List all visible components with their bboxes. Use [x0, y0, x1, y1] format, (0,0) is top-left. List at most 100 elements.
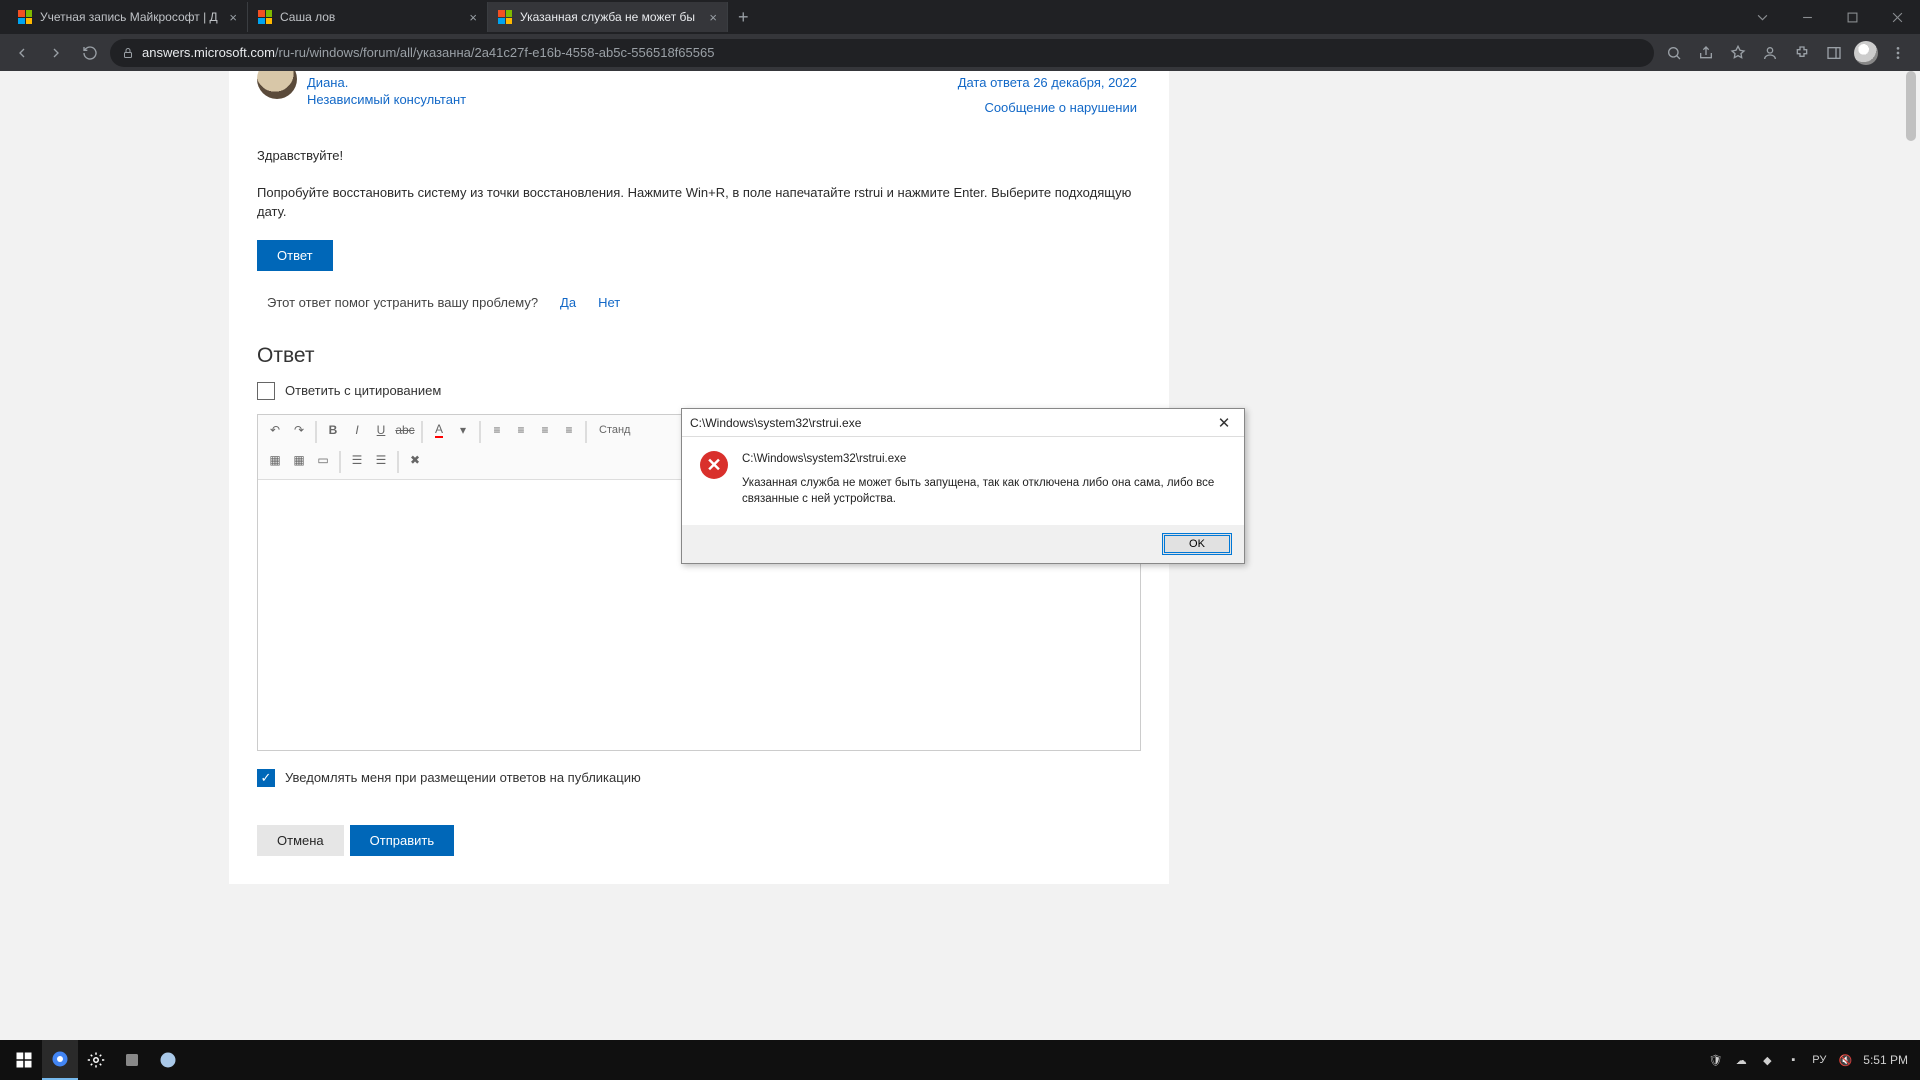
dialog-close-icon[interactable]: ✕ [1212, 414, 1236, 432]
notify-checkbox-row[interactable]: ✓ Уведомлять меня при размещении ответов… [257, 769, 1141, 787]
lock-icon [122, 47, 134, 59]
report-abuse-link[interactable]: Сообщение о нарушении [958, 100, 1137, 115]
quote-label: Ответить с цитированием [285, 383, 441, 398]
caret-down-icon[interactable] [1740, 0, 1785, 34]
notify-label: Уведомлять меня при размещении ответов н… [285, 770, 641, 785]
dialog-ok-button[interactable]: OK [1162, 533, 1232, 555]
tray-nvidia-icon[interactable]: ◆ [1759, 1052, 1775, 1068]
align-right-icon[interactable]: ≡ [534, 419, 556, 441]
scrollbar-thumb[interactable] [1906, 71, 1916, 141]
author-name-link[interactable]: Диана. [307, 75, 466, 90]
quote-checkbox[interactable] [257, 382, 275, 400]
answer-body: Здравствуйте! Попробуйте восстановить си… [257, 147, 1141, 222]
dialog-title: C:\Windows\system32\rstrui.exe [690, 416, 1212, 430]
color-dropdown-icon[interactable]: ▾ [452, 419, 474, 441]
error-icon: ✕ [700, 451, 728, 479]
reply-button[interactable]: Ответ [257, 240, 333, 271]
align-center-icon[interactable]: ≡ [510, 419, 532, 441]
system-tray: 🛡 ☁ ◆ ▪ РУ 🔇 5:51 PM [1707, 1052, 1914, 1068]
tray-volume-icon[interactable]: 🔇 [1837, 1052, 1853, 1068]
favicon-ms-icon [498, 10, 512, 24]
new-tab-button[interactable]: + [728, 7, 759, 28]
dialog-titlebar[interactable]: C:\Windows\system32\rstrui.exe ✕ [682, 409, 1244, 437]
tray-lang-icon[interactable]: РУ [1811, 1052, 1827, 1068]
helpful-prompt: Этот ответ помог устранить вашу проблему… [257, 295, 1141, 310]
dialog-path: C:\Windows\system32\rstrui.exe [742, 451, 1226, 467]
windows-taskbar: 🛡 ☁ ◆ ▪ РУ 🔇 5:51 PM [0, 1040, 1920, 1080]
reply-heading: Ответ [257, 344, 1141, 368]
start-button[interactable] [6, 1040, 42, 1080]
taskbar-clock[interactable]: 5:51 PM [1863, 1053, 1908, 1067]
code-icon[interactable]: ▭ [312, 449, 334, 471]
taskbar-chrome-icon[interactable] [42, 1040, 78, 1080]
helpful-yes-link[interactable]: Да [560, 295, 576, 310]
taskbar-steam-icon[interactable] [150, 1040, 186, 1080]
image-icon[interactable]: ▦ [264, 449, 286, 471]
align-left-icon[interactable]: ≡ [486, 419, 508, 441]
list-ul-icon[interactable]: ☰ [346, 449, 368, 471]
favicon-ms-icon [258, 10, 272, 24]
windows-error-dialog: C:\Windows\system32\rstrui.exe ✕ ✕ C:\Wi… [681, 408, 1245, 564]
tab-close-icon[interactable]: × [229, 10, 237, 25]
browser-toolbar: answers.microsoft.com/ru-ru/windows/foru… [0, 34, 1920, 71]
tab-close-icon[interactable]: × [709, 10, 717, 25]
strike-icon[interactable]: abc [394, 419, 416, 441]
tab-title: Указанная служба не может бы [520, 10, 703, 24]
dialog-message: Указанная служба не может быть запущена,… [742, 475, 1226, 507]
bookmark-star-icon[interactable] [1724, 39, 1752, 67]
taskbar-app-icon[interactable] [114, 1040, 150, 1080]
vertical-scrollbar[interactable] [1906, 71, 1916, 1040]
side-panel-icon[interactable] [1820, 39, 1848, 67]
tray-shield-icon[interactable]: 🛡 [1707, 1052, 1723, 1068]
submit-button[interactable]: Отправить [350, 825, 454, 856]
list-ol-icon[interactable]: ☰ [370, 449, 392, 471]
browser-tab-2[interactable]: Указанная служба не может бы × [488, 2, 728, 32]
bold-icon[interactable]: B [322, 419, 344, 441]
underline-icon[interactable]: U [370, 419, 392, 441]
share-icon[interactable] [1692, 39, 1720, 67]
tab-title: Учетная запись Майкрософт | Д [40, 10, 223, 24]
table-icon[interactable]: ▦ [288, 449, 310, 471]
author-role-link[interactable]: Независимый консультант [307, 92, 466, 107]
taskbar-settings-icon[interactable] [78, 1040, 114, 1080]
answer-text: Попробуйте восстановить систему из точки… [257, 184, 1141, 222]
browser-tab-1[interactable]: Саша лов × [248, 2, 488, 32]
quote-checkbox-row[interactable]: Ответить с цитированием [257, 382, 1141, 400]
minimize-icon[interactable] [1785, 0, 1830, 34]
url-text: answers.microsoft.com/ru-ru/windows/foru… [142, 45, 714, 60]
italic-icon[interactable]: I [346, 419, 368, 441]
answer-date-link[interactable]: Дата ответа 26 декабря, 2022 [958, 75, 1137, 90]
extensions-icon[interactable] [1788, 39, 1816, 67]
tray-cloud-icon[interactable]: ☁ [1733, 1052, 1749, 1068]
maximize-icon[interactable] [1830, 0, 1875, 34]
align-justify-icon[interactable]: ≡ [558, 419, 580, 441]
helpful-question: Этот ответ помог устранить вашу проблему… [267, 295, 538, 310]
address-bar[interactable]: answers.microsoft.com/ru-ru/windows/foru… [110, 39, 1654, 67]
forward-button[interactable] [42, 39, 70, 67]
tab-strip: Учетная запись Майкрософт | Д × Саша лов… [0, 0, 1920, 34]
answer-meta: Дата ответа 26 декабря, 2022 Сообщение о… [958, 75, 1137, 125]
text-color-icon[interactable]: A [428, 419, 450, 441]
favicon-ms-icon [18, 10, 32, 24]
chrome-menu-icon[interactable] [1884, 39, 1912, 67]
answer-greeting: Здравствуйте! [257, 147, 1141, 166]
back-button[interactable] [8, 39, 36, 67]
font-size-dropdown[interactable]: Станд [592, 419, 637, 441]
browser-tab-0[interactable]: Учетная запись Майкрософт | Д × [8, 2, 248, 32]
helpful-no-link[interactable]: Нет [598, 295, 620, 310]
profile-icon[interactable] [1756, 39, 1784, 67]
notify-checkbox[interactable]: ✓ [257, 769, 275, 787]
author-avatar [257, 71, 297, 99]
window-controls [1740, 0, 1920, 34]
undo-icon[interactable]: ↶ [264, 419, 286, 441]
reload-button[interactable] [76, 39, 104, 67]
tab-close-icon[interactable]: × [469, 10, 477, 25]
redo-icon[interactable]: ↷ [288, 419, 310, 441]
window-close-icon[interactable] [1875, 0, 1920, 34]
chrome-window: Учетная запись Майкрософт | Д × Саша лов… [0, 0, 1920, 71]
tray-app-icon[interactable]: ▪ [1785, 1052, 1801, 1068]
chrome-avatar[interactable] [1852, 39, 1880, 67]
clear-format-icon[interactable]: ✖ [404, 449, 426, 471]
cancel-button[interactable]: Отмена [257, 825, 344, 856]
zoom-icon[interactable] [1660, 39, 1688, 67]
